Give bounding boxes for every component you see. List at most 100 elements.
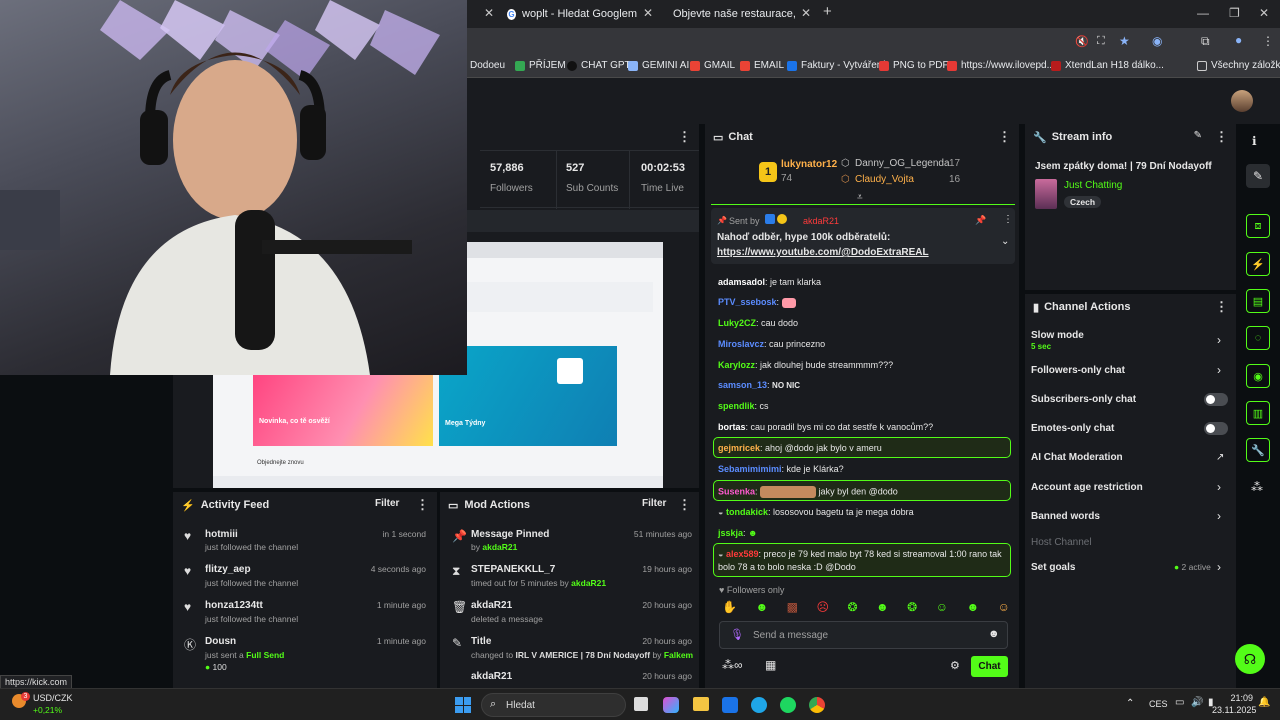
mod-action-title[interactable]: akdaR21 bbox=[471, 671, 512, 682]
bookmark-item[interactable]: PNG to PDF bbox=[879, 60, 949, 71]
volume-icon[interactable]: 🔊 bbox=[1191, 697, 1203, 708]
external-link-icon[interactable]: ↗ bbox=[1216, 452, 1224, 463]
ai-moderation-option[interactable]: AI Chat Moderation bbox=[1031, 452, 1241, 463]
broadcast-icon[interactable]: ◉ bbox=[1246, 364, 1270, 388]
activity-user[interactable]: honza1234tt bbox=[205, 600, 263, 611]
bookmark-item[interactable]: Faktury - Vytváření bbox=[787, 60, 885, 71]
subscribers-only-toggle[interactable] bbox=[1204, 393, 1228, 406]
host-channel-option[interactable]: Host Channel bbox=[1031, 537, 1241, 548]
bookmark-item[interactable]: https://www.ilovepd... bbox=[947, 60, 1055, 71]
close-tab-icon[interactable]: ✕ bbox=[643, 6, 653, 20]
support-headset-icon[interactable]: ☊ bbox=[1235, 644, 1265, 674]
pinned-author[interactable]: akdaR21 bbox=[803, 216, 839, 226]
tab-google[interactable]: G woplt - Hledat Googlem bbox=[507, 3, 637, 25]
account-age-option[interactable]: Account age restriction bbox=[1031, 482, 1241, 493]
menu-icon[interactable]: ⋮ bbox=[1262, 34, 1274, 48]
chevron-right-icon[interactable]: › bbox=[1217, 363, 1221, 377]
windows-start-icon[interactable] bbox=[455, 697, 471, 713]
translate-icon[interactable]: ⛶ bbox=[1097, 35, 1105, 48]
new-tab-icon[interactable]: + bbox=[823, 3, 832, 20]
close-tab-icon[interactable]: ✕ bbox=[484, 6, 494, 20]
bookmark-item[interactable]: EMAIL bbox=[740, 60, 784, 71]
mic-icon[interactable]: 🎙 bbox=[730, 628, 744, 641]
emote-icon[interactable]: ☻ bbox=[966, 600, 979, 616]
lightning-icon[interactable]: ⚡ bbox=[1246, 252, 1270, 276]
chat-input[interactable]: 🎙 Send a message ☻ bbox=[719, 621, 1008, 649]
banned-words-option[interactable]: Banned words bbox=[1031, 511, 1241, 522]
activity-user[interactable]: flitzy_aep bbox=[205, 564, 251, 575]
close-window-icon[interactable]: ✕ bbox=[1259, 6, 1269, 20]
bookmark-item[interactable]: PŘÍJEM bbox=[515, 60, 566, 71]
chevron-right-icon[interactable]: › bbox=[1217, 509, 1221, 523]
clock-time[interactable]: 21:09 bbox=[1230, 693, 1253, 703]
chevron-right-icon[interactable]: › bbox=[1217, 333, 1221, 347]
category-link[interactable]: Just Chatting bbox=[1064, 180, 1122, 191]
chevron-right-icon[interactable]: › bbox=[1217, 560, 1221, 574]
emote-icon[interactable]: ☹ bbox=[816, 600, 829, 616]
store-icon[interactable]: ▦ bbox=[765, 658, 776, 672]
stack-icon[interactable]: ▥ bbox=[1246, 401, 1270, 425]
edit-icon[interactable]: ✎ bbox=[1194, 130, 1202, 141]
all-bookmarks[interactable]: Všechny záložky bbox=[1197, 60, 1280, 71]
activity-filter-button[interactable]: Filter bbox=[375, 498, 399, 509]
bookmark-item[interactable]: XtendLan H18 dálko... bbox=[1051, 60, 1164, 71]
file-explorer-icon[interactable] bbox=[693, 697, 709, 711]
activity-more-icon[interactable]: ⋮ bbox=[416, 497, 429, 513]
taskbar-search[interactable]: ⌕ Hledat bbox=[481, 693, 626, 717]
collapse-icon[interactable]: ⩡ bbox=[857, 192, 863, 203]
profile-icon[interactable]: ● bbox=[1235, 33, 1242, 47]
emote-icon[interactable]: ❂ bbox=[847, 600, 857, 616]
emote-icon[interactable]: ☻ bbox=[755, 600, 768, 616]
activity-user[interactable]: hotmiii bbox=[205, 529, 238, 540]
puzzle-icon[interactable]: ⧉ bbox=[1201, 34, 1210, 49]
emote-icon[interactable]: ☻ bbox=[876, 600, 889, 616]
emote-icon[interactable]: ☺ bbox=[998, 600, 1010, 616]
chevron-right-icon[interactable]: › bbox=[1217, 480, 1221, 494]
channel-actions-more-icon[interactable]: ⋮ bbox=[1215, 299, 1228, 315]
stream-info-more-icon[interactable]: ⋮ bbox=[1215, 129, 1228, 145]
screen-icon[interactable]: ⧈ bbox=[1246, 214, 1270, 238]
document-icon[interactable]: ▤ bbox=[1246, 289, 1270, 313]
chat-more-icon[interactable]: ⋮ bbox=[998, 129, 1011, 145]
mod-action-title[interactable]: akdaR21 bbox=[471, 600, 512, 611]
chat-bubble-icon[interactable]: ◌ bbox=[1246, 326, 1270, 350]
close-tab-icon[interactable]: ✕ bbox=[801, 6, 811, 20]
emote-icon[interactable]: ✋ bbox=[722, 600, 737, 616]
emote-icon[interactable]: ❂ bbox=[907, 600, 917, 616]
kick-points-icon[interactable]: ⁂∞ bbox=[722, 658, 743, 672]
leader-third[interactable]: Claudy_Vojta bbox=[855, 174, 914, 185]
display-icon[interactable]: ▭ bbox=[1175, 697, 1184, 708]
expand-chevron-icon[interactable]: ⌄ bbox=[1001, 236, 1009, 247]
edge-icon[interactable] bbox=[751, 697, 767, 713]
copilot-icon[interactable] bbox=[663, 697, 679, 713]
info-circle-icon[interactable]: ℹ bbox=[1252, 134, 1257, 148]
star-icon[interactable]: ★ bbox=[1119, 34, 1130, 48]
chrome-icon[interactable] bbox=[809, 697, 825, 713]
tray-chevron-icon[interactable]: ⌃ bbox=[1126, 698, 1134, 709]
edit-pencil-icon[interactable]: ✎ bbox=[1246, 164, 1270, 188]
emotes-only-toggle[interactable] bbox=[1204, 422, 1228, 435]
mute-icon[interactable]: 🔇 bbox=[1075, 35, 1089, 48]
clock-date[interactable]: 23.11.2025 bbox=[1212, 705, 1256, 715]
notification-bell-icon[interactable]: 🔔 bbox=[1258, 697, 1270, 708]
more-icon[interactable]: ⋮ bbox=[678, 129, 691, 145]
language-indicator[interactable]: CES bbox=[1149, 699, 1168, 709]
leader-second[interactable]: Danny_OG_Legenda bbox=[855, 158, 950, 169]
tab-restaurant[interactable]: Objevte naše restaurace, super bbox=[667, 3, 795, 25]
mod-filter-button[interactable]: Filter bbox=[642, 498, 666, 509]
bookmark-item[interactable]: GMAIL bbox=[690, 60, 735, 71]
emoji-icon[interactable]: ☻ bbox=[988, 628, 1000, 640]
community-icon[interactable]: ⁂ bbox=[1251, 480, 1263, 494]
spotify-icon[interactable] bbox=[780, 697, 796, 713]
bookmark-item[interactable]: CHAT GPT bbox=[567, 60, 631, 71]
wrench-icon[interactable]: 🔧 bbox=[1246, 438, 1270, 462]
emote-icon[interactable]: ▩ bbox=[787, 600, 798, 616]
mod-more-icon[interactable]: ⋮ bbox=[678, 497, 691, 513]
settings-icon[interactable]: ⚙ bbox=[950, 659, 960, 672]
category-thumbnail[interactable] bbox=[1035, 179, 1057, 209]
unpin-icon[interactable]: 📌 bbox=[975, 215, 986, 226]
followers-only-option[interactable]: Followers-only chat bbox=[1031, 365, 1241, 376]
avatar[interactable] bbox=[1231, 90, 1253, 112]
bookmark-item[interactable]: Dodoeu bbox=[470, 60, 505, 71]
activity-user[interactable]: Dousn bbox=[205, 636, 236, 647]
